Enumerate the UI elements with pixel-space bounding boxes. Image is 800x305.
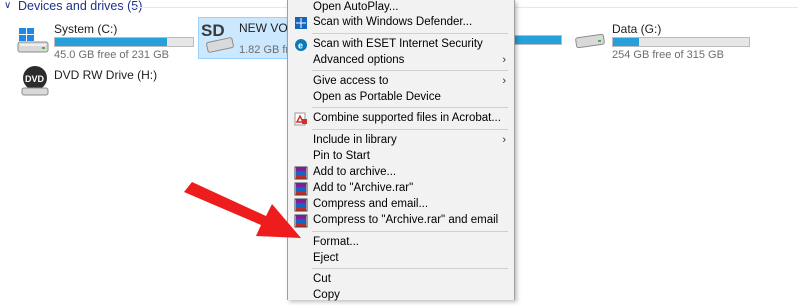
drive-usage-fill xyxy=(514,36,561,44)
menu-item-label: Add to "Archive.rar" xyxy=(313,182,414,194)
submenu-arrow-icon: › xyxy=(502,54,506,66)
group-title: Devices and drives (5) xyxy=(18,0,143,13)
menu-item-label: Eject xyxy=(313,252,339,264)
red-arrow-shape xyxy=(184,182,301,238)
red-arrow-icon xyxy=(184,182,301,238)
menu-separator xyxy=(312,129,508,130)
drive-dvd-h[interactable]: DVD DVD RW Drive (H:) xyxy=(14,64,164,98)
drive-usage-bar-partial xyxy=(514,35,562,45)
menu-item-label: Format... xyxy=(313,236,360,248)
svg-text:e: e xyxy=(298,41,303,51)
drive-usage-bar xyxy=(612,37,750,47)
menu-item-label: Include in library xyxy=(313,134,397,146)
menu-item-eject[interactable]: Eject xyxy=(288,250,514,268)
menu-item-advanced-options[interactable]: Advanced options › xyxy=(288,52,514,70)
hard-drive-icon xyxy=(575,33,605,49)
menu-item-label: Open as Portable Device xyxy=(313,91,441,103)
drive-free-space: 45.0 GB free of 231 GB xyxy=(54,49,169,61)
menu-item-open-portable[interactable]: Open as Portable Device xyxy=(288,89,514,107)
menu-item-copy[interactable]: Copy xyxy=(288,287,514,305)
drive-usage-bar xyxy=(54,37,194,47)
drive-usage-fill xyxy=(55,38,167,46)
drive-usage-fill xyxy=(613,38,639,46)
drive-free-space: 254 GB free of 315 GB xyxy=(612,49,724,61)
windows-drive-icon xyxy=(17,28,49,53)
menu-item-compress-rar-email[interactable]: Compress to "Archive.rar" and email xyxy=(288,212,514,230)
context-menu: Open AutoPlay... Scan with Windows Defen… xyxy=(287,0,515,301)
acrobat-icon xyxy=(294,112,307,126)
menu-item-combine-acrobat[interactable]: Combine supported files in Acrobat... xyxy=(288,110,514,128)
drive-new-volume[interactable]: SD NEW VOLUM 1.82 GB free xyxy=(198,17,313,59)
menu-item-label: Advanced options xyxy=(313,54,405,66)
chevron-down-icon[interactable]: ∨ xyxy=(4,1,14,11)
drive-name: System (C:) xyxy=(54,22,118,36)
eset-icon: e xyxy=(295,39,307,51)
menu-item-label: Compress and email... xyxy=(313,198,429,210)
sd-card-icon: SD xyxy=(201,21,234,53)
menu-item-label: Add to archive... xyxy=(313,166,397,178)
drive-data-g[interactable]: Data (G:) 254 GB free of 315 GB xyxy=(574,20,752,64)
dvd-drive-icon: DVD xyxy=(21,66,49,96)
menu-item-scan-defender[interactable]: Scan with Windows Defender... xyxy=(288,14,514,32)
menu-item-label: Cut xyxy=(313,273,331,285)
drive-name: Data (G:) xyxy=(612,22,662,36)
menu-separator xyxy=(312,268,508,269)
menu-item-label: Combine supported files in Acrobat... xyxy=(313,112,501,124)
menu-separator xyxy=(312,70,508,71)
menu-item-label: Copy xyxy=(313,289,340,301)
windows-defender-icon xyxy=(295,17,307,29)
menu-item-label: Pin to Start xyxy=(313,150,370,162)
menu-item-label: Open AutoPlay... xyxy=(313,1,399,13)
menu-item-label: Scan with ESET Internet Security xyxy=(313,38,483,50)
dvd-badge-text: DVD xyxy=(25,74,45,84)
menu-item-label: Scan with Windows Defender... xyxy=(313,16,473,28)
submenu-arrow-icon: › xyxy=(502,134,506,146)
drive-system-c[interactable]: System (C:) 45.0 GB free of 231 GB xyxy=(14,20,194,64)
menu-item-label: Compress to "Archive.rar" and email xyxy=(313,214,499,226)
menu-item-label: Give access to xyxy=(313,75,389,87)
sd-badge-text: SD xyxy=(201,21,225,40)
drive-name: DVD RW Drive (H:) xyxy=(54,68,158,82)
menu-separator xyxy=(312,33,508,34)
winrar-icon xyxy=(294,166,308,180)
menu-separator xyxy=(312,231,508,232)
submenu-arrow-icon: › xyxy=(502,75,506,87)
menu-separator xyxy=(312,107,508,108)
